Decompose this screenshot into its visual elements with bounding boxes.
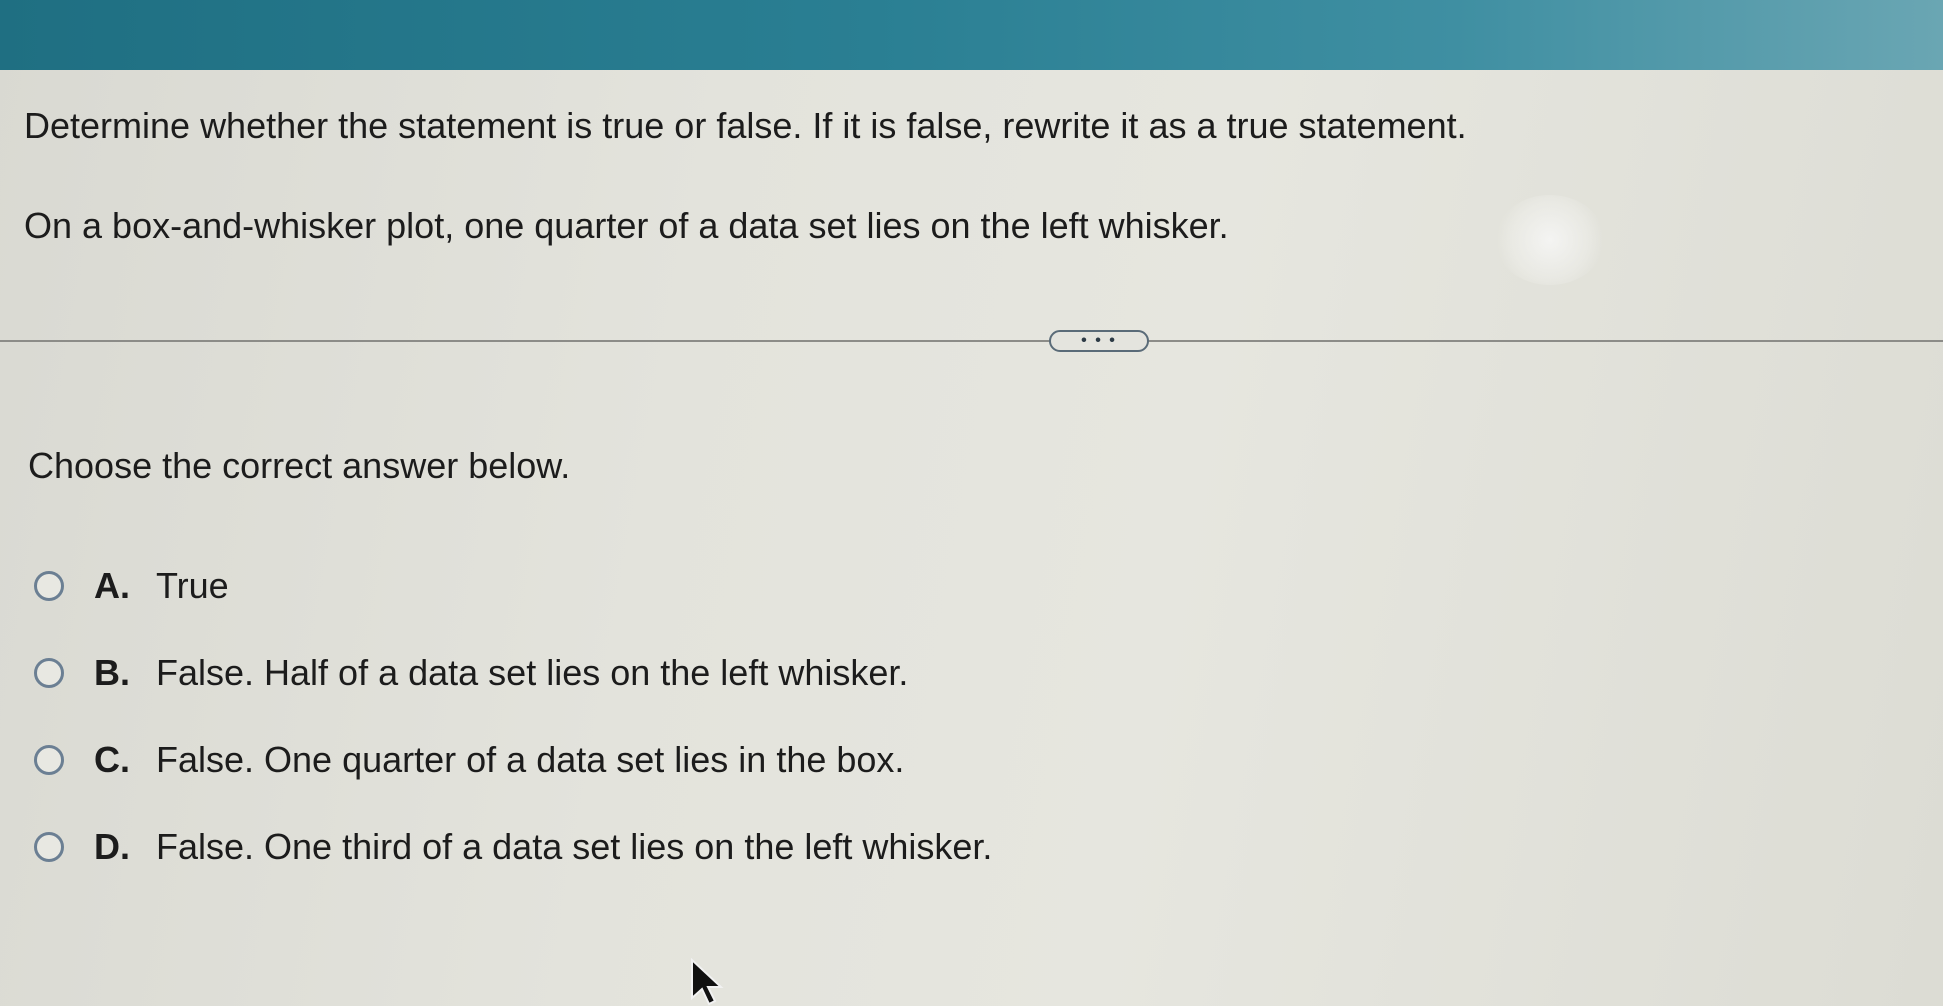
radio-button-b[interactable] [34,658,64,688]
question-prompt: Determine whether the statement is true … [24,105,1467,146]
option-c[interactable]: C. False. One quarter of a data set lies… [34,739,1334,781]
section-divider [0,340,1943,342]
option-letter: D. [94,826,130,867]
option-d[interactable]: D. False. One third of a data set lies o… [34,826,1334,868]
expand-more-button[interactable]: • • • [1049,330,1149,352]
question-statement: On a box-and-whisker plot, one quarter o… [24,205,1229,246]
option-b[interactable]: B. False. Half of a data set lies on the… [34,652,1334,694]
top-banner [0,0,1943,70]
ellipsis-icon: • • • [1081,332,1117,349]
answer-instruction: Choose the correct answer below. [28,445,571,486]
option-text[interactable]: False. One quarter of a data set lies in… [156,739,904,781]
radio-button-d[interactable] [34,832,64,862]
option-text[interactable]: True [156,565,229,607]
option-text[interactable]: False. Half of a data set lies on the le… [156,652,908,694]
option-letter: C. [94,739,130,780]
answer-options: A. True B. False. Half of a data set lie… [34,565,1334,913]
option-text[interactable]: False. One third of a data set lies on t… [156,826,992,868]
radio-button-c[interactable] [34,745,64,775]
option-a[interactable]: A. True [34,565,1334,607]
screen-glare [1495,195,1605,285]
arrow-cursor-icon [691,958,724,1006]
option-letter: A. [94,565,130,606]
radio-button-a[interactable] [34,571,64,601]
option-letter: B. [94,652,130,693]
